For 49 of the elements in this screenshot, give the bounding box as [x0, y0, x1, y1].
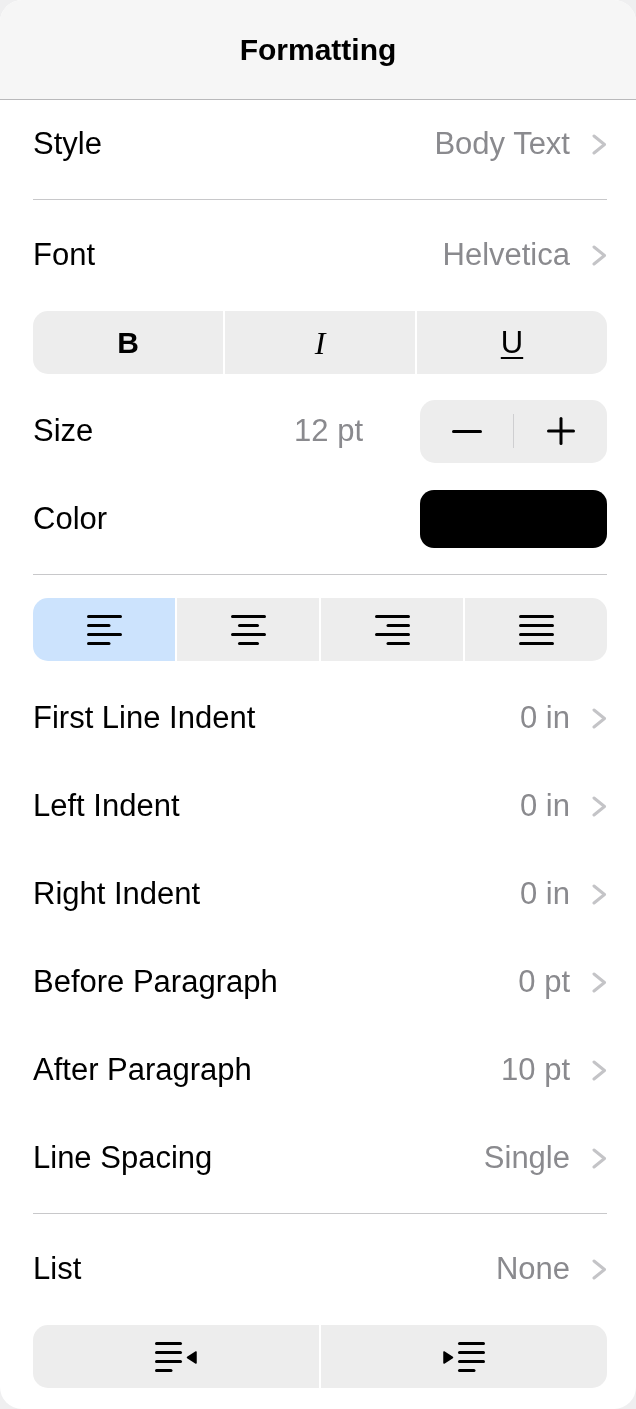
chevron-icon[interactable]	[592, 795, 607, 817]
setting-label: Line Spacing	[33, 1139, 213, 1177]
chevron-icon[interactable]	[592, 971, 607, 993]
chevron-icon[interactable]	[592, 1258, 607, 1280]
chevron-icon[interactable]	[592, 1147, 607, 1169]
setting-label: Color	[33, 500, 108, 538]
setting-label: Font	[33, 236, 96, 274]
setting-value: None	[495, 1250, 570, 1288]
align-right-icon	[374, 614, 410, 645]
chevron-icon[interactable]	[592, 883, 607, 905]
outdent-icon	[155, 1341, 197, 1372]
setting-value: 0 in	[520, 787, 570, 825]
setting-label: Style	[33, 125, 102, 163]
setting-value: 0 in	[520, 699, 570, 737]
justify-icon	[518, 614, 554, 645]
chevron-icon[interactable]	[592, 1059, 607, 1081]
setting-value: Body Text	[434, 125, 570, 163]
setting-label: Right Indent	[33, 875, 201, 913]
setting-label: After Paragraph	[33, 1051, 252, 1089]
setting-label: Before Paragraph	[33, 963, 278, 1001]
color-swatch[interactable]	[420, 490, 607, 548]
bold-button[interactable]: B	[33, 311, 223, 374]
align-center-icon	[230, 614, 266, 645]
indent-icon	[443, 1341, 485, 1372]
panel-title: Formatting	[239, 31, 397, 68]
indent-button[interactable]	[321, 1325, 607, 1388]
italic-button[interactable]: I	[225, 311, 415, 374]
align-left-button[interactable]	[33, 598, 175, 661]
align-left-icon	[86, 614, 122, 645]
setting-value: Single	[483, 1139, 570, 1177]
outdent-button[interactable]	[33, 1325, 319, 1388]
setting-label: List	[33, 1250, 82, 1288]
setting-value: 0 pt	[518, 963, 570, 1001]
setting-label: First Line Indent	[33, 699, 256, 737]
setting-label: Left Indent	[33, 787, 180, 825]
align-right-button[interactable]	[321, 598, 463, 661]
setting-label: Size	[33, 412, 94, 450]
setting-value: 12 pt	[294, 412, 363, 450]
chevron-icon[interactable]	[592, 133, 607, 155]
setting-value: 10 pt	[501, 1051, 570, 1089]
chevron-icon[interactable]	[592, 707, 607, 729]
underline-button[interactable]: U	[417, 311, 607, 374]
align-center-button[interactable]	[177, 598, 319, 661]
setting-value: Helvetica	[442, 236, 570, 274]
justify-button[interactable]	[465, 598, 607, 661]
chevron-icon[interactable]	[592, 244, 607, 266]
minus-icon	[451, 429, 482, 433]
setting-value: 0 in	[520, 875, 570, 913]
plus-icon	[546, 417, 575, 445]
